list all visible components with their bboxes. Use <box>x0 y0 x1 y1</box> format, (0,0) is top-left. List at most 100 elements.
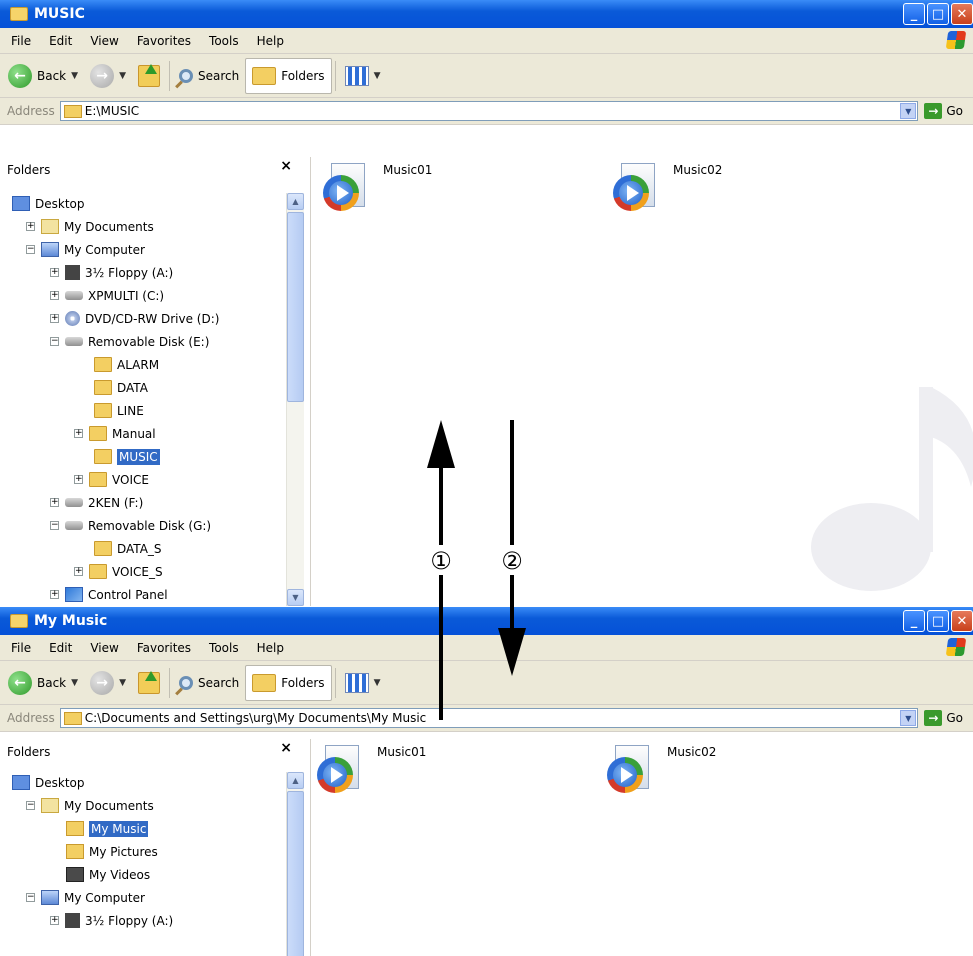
title-bar[interactable]: My Music _ □ ✕ <box>0 607 973 635</box>
tree-item-desktop[interactable]: Desktop <box>12 771 85 794</box>
tree-item-my-documents[interactable]: − My Documents <box>26 794 154 817</box>
tree-item-my-music[interactable]: My Music <box>66 817 149 840</box>
go-button[interactable]: → Go <box>918 103 973 119</box>
tree-item-my-computer[interactable]: − My Computer <box>26 238 145 261</box>
tree-item-voice[interactable]: + VOICE <box>74 468 149 491</box>
collapse-icon[interactable]: − <box>26 245 35 254</box>
forward-button[interactable]: → ▼ <box>84 58 132 94</box>
menu-file[interactable]: File <box>0 641 40 655</box>
collapse-icon[interactable]: − <box>26 893 35 902</box>
search-button[interactable]: Search <box>173 58 245 94</box>
menu-help[interactable]: Help <box>248 34 293 48</box>
file-item-music01[interactable]: Music01 <box>323 163 432 211</box>
back-button[interactable]: ← Back ▼ <box>2 665 84 701</box>
collapse-icon[interactable]: − <box>50 521 59 530</box>
folders-button[interactable]: Folders <box>245 664 332 701</box>
tree-item-line[interactable]: LINE <box>94 399 144 422</box>
tree-item-my-videos[interactable]: My Videos <box>66 863 150 886</box>
tree-item-drive-e[interactable]: − Removable Disk (E:) <box>50 330 209 353</box>
menu-view[interactable]: View <box>81 641 127 655</box>
tree-item-my-computer[interactable]: − My Computer <box>26 886 145 909</box>
expand-icon[interactable]: + <box>50 268 59 277</box>
go-button[interactable]: → Go <box>918 710 973 726</box>
chevron-down-icon[interactable]: ▼ <box>71 71 78 81</box>
back-button[interactable]: ← Back ▼ <box>2 58 84 94</box>
expand-icon[interactable]: + <box>50 291 59 300</box>
tree-scrollbar[interactable]: ▲ <box>286 772 304 956</box>
expand-icon[interactable]: + <box>26 222 35 231</box>
address-input[interactable]: E:\MUSIC ▼ <box>59 101 919 121</box>
expand-icon[interactable]: + <box>50 916 59 925</box>
expand-icon[interactable]: + <box>74 429 83 438</box>
menu-help[interactable]: Help <box>248 641 293 655</box>
tree-item-data[interactable]: DATA <box>94 376 148 399</box>
chevron-down-icon[interactable]: ▼ <box>71 678 78 688</box>
minimize-button[interactable]: _ <box>903 3 925 25</box>
collapse-icon[interactable]: − <box>50 337 59 346</box>
tree-item-my-documents[interactable]: + My Documents <box>26 215 154 238</box>
menu-edit[interactable]: Edit <box>40 34 81 48</box>
tree-item-data-s[interactable]: DATA_S <box>94 537 162 560</box>
minimize-button[interactable]: _ <box>903 610 925 632</box>
tree-label: LINE <box>117 403 144 418</box>
tree-item-floppy[interactable]: + 3½ Floppy (A:) <box>50 261 173 284</box>
tree-item-drive-c[interactable]: + XPMULTI (C:) <box>50 284 164 307</box>
maximize-button[interactable]: □ <box>927 610 949 632</box>
scroll-up-icon[interactable]: ▲ <box>287 193 304 210</box>
file-item-music02[interactable]: Music02 <box>607 745 716 793</box>
folders-pane-title: Folders <box>7 744 51 759</box>
scroll-thumb[interactable] <box>287 791 304 956</box>
tree-scrollbar[interactable]: ▲ ▼ <box>286 193 304 606</box>
forward-button[interactable]: → ▼ <box>84 665 132 701</box>
close-button[interactable]: ✕ <box>951 610 973 632</box>
menu-favorites[interactable]: Favorites <box>128 34 200 48</box>
address-input[interactable]: C:\Documents and Settings\urg\My Documen… <box>59 708 919 728</box>
search-button[interactable]: Search <box>173 665 245 701</box>
menu-file[interactable]: File <box>0 34 40 48</box>
expand-icon[interactable]: + <box>50 498 59 507</box>
tree-item-my-pictures[interactable]: My Pictures <box>66 840 158 863</box>
expand-icon[interactable]: + <box>50 314 59 323</box>
chevron-down-icon[interactable]: ▼ <box>374 71 381 81</box>
tree-item-alarm[interactable]: ALARM <box>94 353 159 376</box>
chevron-down-icon[interactable]: ▼ <box>900 710 917 726</box>
tree-item-manual[interactable]: + Manual <box>74 422 156 445</box>
close-pane-icon[interactable]: × <box>280 158 292 174</box>
menu-view[interactable]: View <box>81 34 127 48</box>
folders-button[interactable]: Folders <box>245 57 332 94</box>
expand-icon[interactable]: + <box>74 475 83 484</box>
chevron-down-icon[interactable]: ▼ <box>119 678 126 688</box>
tree-item-drive-f[interactable]: + 2KEN (F:) <box>50 491 143 514</box>
tree-item-drive-g[interactable]: − Removable Disk (G:) <box>50 514 211 537</box>
scroll-up-icon[interactable]: ▲ <box>287 772 304 789</box>
title-bar[interactable]: MUSIC _ □ ✕ <box>0 0 973 28</box>
menu-tools[interactable]: Tools <box>200 34 248 48</box>
file-item-music01[interactable]: Music01 <box>317 745 426 793</box>
maximize-button[interactable]: □ <box>927 3 949 25</box>
menu-edit[interactable]: Edit <box>40 641 81 655</box>
chevron-down-icon[interactable]: ▼ <box>900 103 917 119</box>
tree-item-floppy[interactable]: + 3½ Floppy (A:) <box>50 909 173 932</box>
up-folder-button[interactable] <box>132 58 166 94</box>
up-folder-button[interactable] <box>132 665 166 701</box>
tree-label: Control Panel <box>88 587 168 602</box>
views-button[interactable]: ▼ <box>339 58 387 94</box>
expand-icon[interactable]: + <box>74 567 83 576</box>
chevron-down-icon[interactable]: ▼ <box>119 71 126 81</box>
expand-icon[interactable]: + <box>50 590 59 599</box>
scroll-thumb[interactable] <box>287 212 304 402</box>
menu-favorites[interactable]: Favorites <box>128 641 200 655</box>
views-button[interactable]: ▼ <box>339 665 387 701</box>
tree-item-desktop[interactable]: Desktop <box>12 192 85 215</box>
file-item-music02[interactable]: Music02 <box>613 163 722 211</box>
close-pane-icon[interactable]: × <box>280 740 292 756</box>
tree-item-control-panel[interactable]: + Control Panel <box>50 583 168 606</box>
close-button[interactable]: ✕ <box>951 3 973 25</box>
scroll-down-icon[interactable]: ▼ <box>287 589 304 606</box>
menu-tools[interactable]: Tools <box>200 641 248 655</box>
tree-item-drive-d[interactable]: + DVD/CD-RW Drive (D:) <box>50 307 219 330</box>
tree-item-music[interactable]: MUSIC <box>94 445 160 468</box>
chevron-down-icon[interactable]: ▼ <box>374 678 381 688</box>
collapse-icon[interactable]: − <box>26 801 35 810</box>
tree-item-voice-s[interactable]: + VOICE_S <box>74 560 163 583</box>
